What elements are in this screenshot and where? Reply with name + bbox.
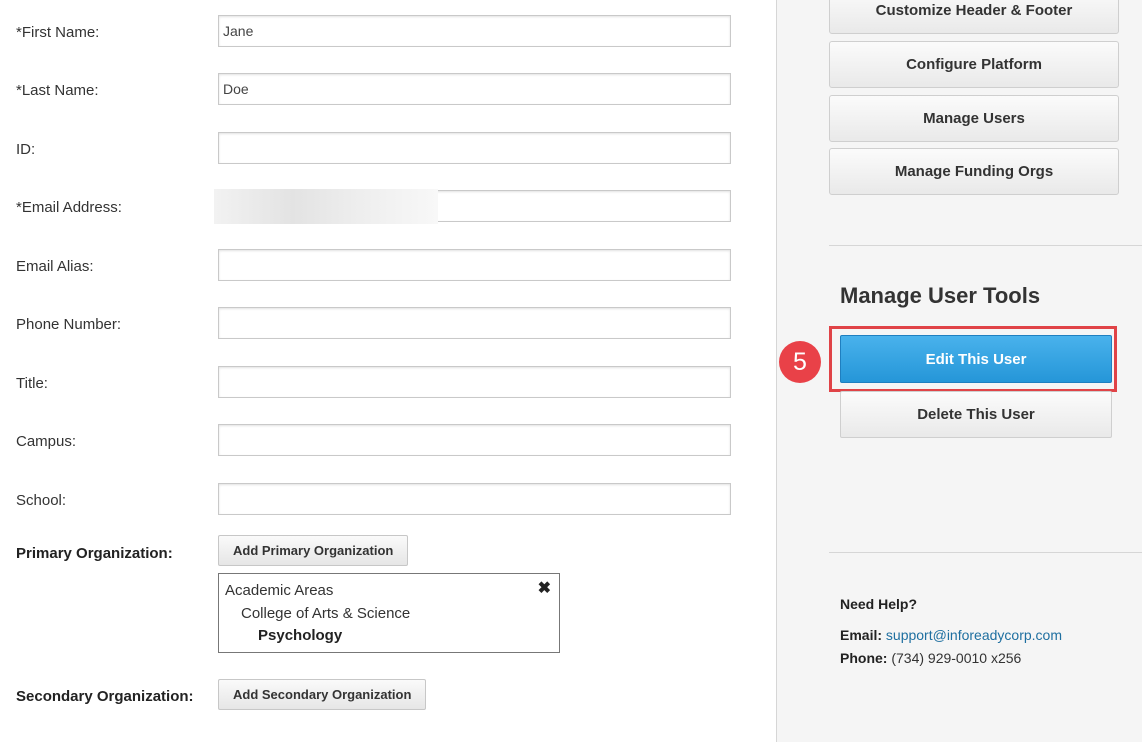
- phone-number-input[interactable]: [218, 307, 731, 339]
- sidebar-divider-2: [829, 552, 1142, 553]
- manage-users-button[interactable]: Manage Users: [829, 95, 1119, 142]
- email-label: *Email Address:: [16, 199, 122, 216]
- edit-this-user-button[interactable]: Edit This User: [840, 335, 1112, 383]
- remove-organization-icon[interactable]: ✖: [538, 578, 551, 598]
- first-name-label: *First Name:: [16, 24, 100, 41]
- campus-label: Campus:: [16, 433, 77, 450]
- help-email-label: Email:: [840, 627, 883, 643]
- help-email-line: Email: support@inforeadycorp.com: [840, 627, 1062, 643]
- add-secondary-organization-button[interactable]: Add Secondary Organization: [218, 679, 427, 710]
- id-label: ID:: [16, 141, 36, 158]
- customize-header-footer-button[interactable]: Customize Header & Footer: [829, 0, 1119, 34]
- last-name-input[interactable]: [218, 73, 731, 105]
- help-phone-number: (734) 929-0010 x256: [891, 650, 1022, 666]
- sidebar: Customize Header & Footer Configure Plat…: [776, 0, 1142, 742]
- secondary-organization-label: Secondary Organization:: [16, 688, 194, 705]
- manage-user-tools-heading: Manage User Tools: [840, 283, 1041, 308]
- user-form: *First Name: *Last Name: ID: *Email Addr…: [0, 0, 776, 742]
- support-email-link[interactable]: support@inforeadycorp.com: [886, 627, 1062, 643]
- org-tree-level-1: Academic Areas: [225, 582, 334, 599]
- primary-organization-tree: Academic Areas College of Arts & Science…: [218, 573, 560, 653]
- org-tree-level-3: Psychology: [258, 627, 343, 644]
- phone-number-label: Phone Number:: [16, 316, 122, 333]
- primary-organization-label: Primary Organization:: [16, 545, 173, 562]
- email-alias-label: Email Alias:: [16, 258, 94, 275]
- help-phone-line: Phone: (734) 929-0010 x256: [840, 650, 1021, 666]
- title-label: Title:: [16, 375, 48, 392]
- campus-input[interactable]: [218, 424, 731, 456]
- last-name-label: *Last Name:: [16, 82, 99, 99]
- first-name-input[interactable]: [218, 15, 731, 47]
- sidebar-divider: [829, 245, 1142, 246]
- org-tree-level-2: College of Arts & Science: [241, 605, 411, 622]
- add-primary-organization-button[interactable]: Add Primary Organization: [218, 535, 409, 566]
- id-input[interactable]: [218, 132, 731, 164]
- title-input[interactable]: [218, 366, 731, 398]
- configure-platform-button[interactable]: Configure Platform: [829, 41, 1119, 88]
- delete-this-user-button[interactable]: Delete This User: [840, 391, 1112, 438]
- redacted-email-overlay: [214, 189, 438, 224]
- email-alias-input[interactable]: [218, 249, 731, 281]
- need-help-heading: Need Help?: [840, 596, 918, 612]
- school-label: School:: [16, 492, 67, 509]
- manage-funding-orgs-button[interactable]: Manage Funding Orgs: [829, 148, 1119, 195]
- step-number-badge: 5: [779, 341, 821, 383]
- help-phone-label: Phone:: [840, 650, 888, 666]
- school-input[interactable]: [218, 483, 731, 515]
